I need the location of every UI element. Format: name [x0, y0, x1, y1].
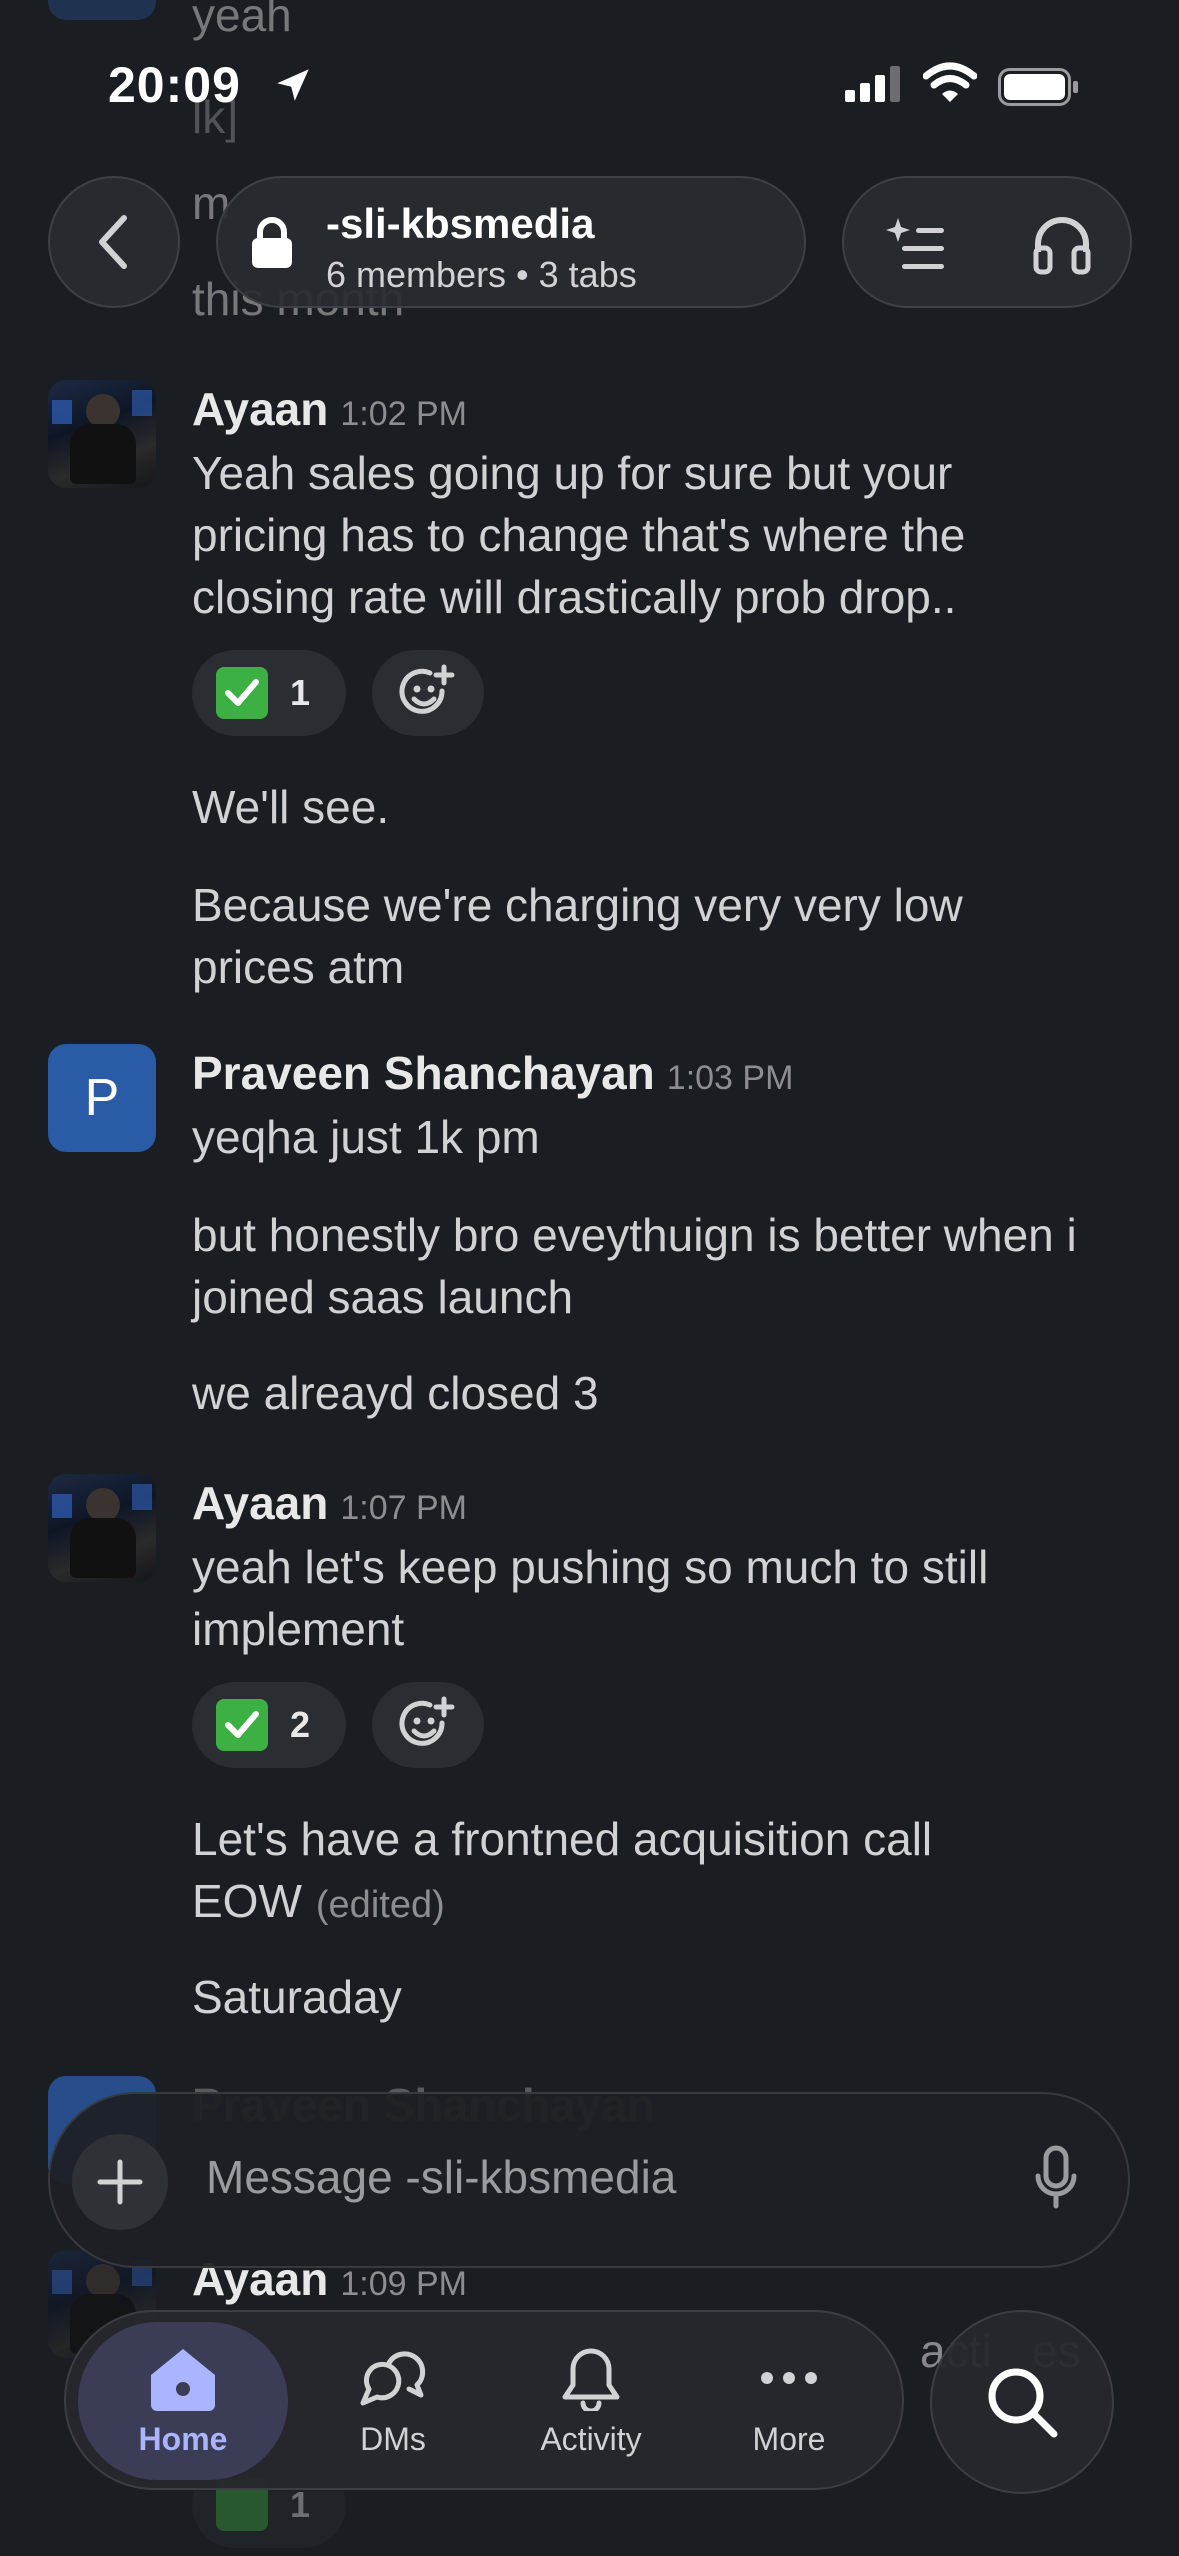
location-arrow-icon [277, 69, 309, 101]
message-text: We'll see. [192, 781, 390, 833]
tab-label: Home [138, 2420, 228, 2457]
checkmark-emoji-icon [216, 667, 268, 719]
add-emoji-icon [399, 664, 455, 714]
attach-button[interactable] [72, 2134, 168, 2230]
message-time: 1:09 PM [340, 2265, 467, 2303]
add-emoji-icon [399, 1696, 455, 1746]
reaction-count: 1 [290, 672, 311, 713]
more-icon [761, 2371, 817, 2384]
edited-label: (edited) [315, 1884, 445, 1926]
avatar-praveen[interactable]: P [48, 1044, 156, 1152]
search-icon [988, 2368, 1058, 2438]
reaction-count: 2 [290, 1704, 311, 1745]
channel-info-button[interactable]: -sli-kbsmedia 6 members • 3 tabs [216, 176, 806, 308]
message-text: yeah let's keep pushing so much to still… [192, 1541, 989, 1655]
search-button[interactable] [930, 2310, 1114, 2494]
channel-meta: 6 members • 3 tabs [326, 254, 637, 295]
message-text: Because we're charging very very low pri… [192, 879, 963, 993]
message-sender[interactable]: Ayaan 1:02 PM [192, 382, 467, 436]
channel-header: -sli-kbsmedia 6 members • 3 tabs [0, 170, 1179, 320]
lock-icon [252, 217, 292, 268]
reaction-checkmark[interactable]: 2 [192, 1682, 346, 1768]
message-time: 1:07 PM [340, 1489, 467, 1527]
header-actions [842, 176, 1132, 308]
tab-label: Activity [540, 2420, 642, 2457]
ai-summary-icon[interactable] [884, 212, 948, 276]
tab-activity[interactable]: Activity [486, 2322, 696, 2480]
tab-bar: Home DMs Activity More [64, 2310, 904, 2490]
battery-icon [998, 68, 1078, 106]
tab-label: DMs [360, 2420, 426, 2457]
plus-icon [97, 2159, 143, 2205]
cellular-signal-icon [845, 66, 900, 102]
back-button[interactable] [48, 176, 180, 308]
home-icon [151, 2348, 215, 2411]
add-reaction-button[interactable] [372, 650, 484, 736]
message-sender[interactable]: Ayaan 1:07 PM [192, 1476, 467, 1530]
tab-more[interactable]: More [684, 2322, 894, 2480]
tab-dms[interactable]: DMs [288, 2322, 498, 2480]
chevron-left-icon [99, 215, 127, 269]
tab-label: More [752, 2420, 826, 2457]
status-bar: 20:09 [0, 0, 1179, 170]
channel-name: -sli-kbsmedia [326, 200, 595, 247]
message-time: 1:03 PM [666, 1059, 794, 1097]
message-text: we alreayd closed 3 [192, 1367, 599, 1419]
message-time: 1:02 PM [340, 395, 467, 433]
message-input[interactable] [206, 2150, 1006, 2204]
checkmark-emoji-icon [216, 1699, 268, 1751]
avatar-ayaan[interactable] [48, 380, 156, 488]
reaction-checkmark[interactable]: 1 [192, 650, 346, 736]
tab-home[interactable]: Home [78, 2322, 288, 2480]
message-text: but honestly bro eveythuign is better wh… [192, 1209, 1077, 1323]
message-sender[interactable]: Praveen Shanchayan 1:03 PM [192, 1046, 793, 1100]
avatar-ayaan[interactable] [48, 1474, 156, 1582]
headphones-icon[interactable] [1030, 212, 1094, 276]
message-text: Saturaday [192, 1971, 402, 2023]
message-text: yeqha just 1k pm [192, 1111, 540, 1163]
message-text: Yeah sales going up for sure but your pr… [192, 447, 966, 623]
message-composer [48, 2092, 1130, 2268]
microphone-icon[interactable] [1032, 2144, 1080, 2218]
add-reaction-button[interactable] [372, 1682, 484, 1768]
dms-icon [360, 2350, 426, 2405]
message-text: Let's have a frontned acquisition call E… [192, 1813, 933, 1927]
status-time: 20:09 [108, 57, 241, 113]
bell-icon [562, 2348, 620, 2411]
wifi-icon [923, 62, 977, 102]
